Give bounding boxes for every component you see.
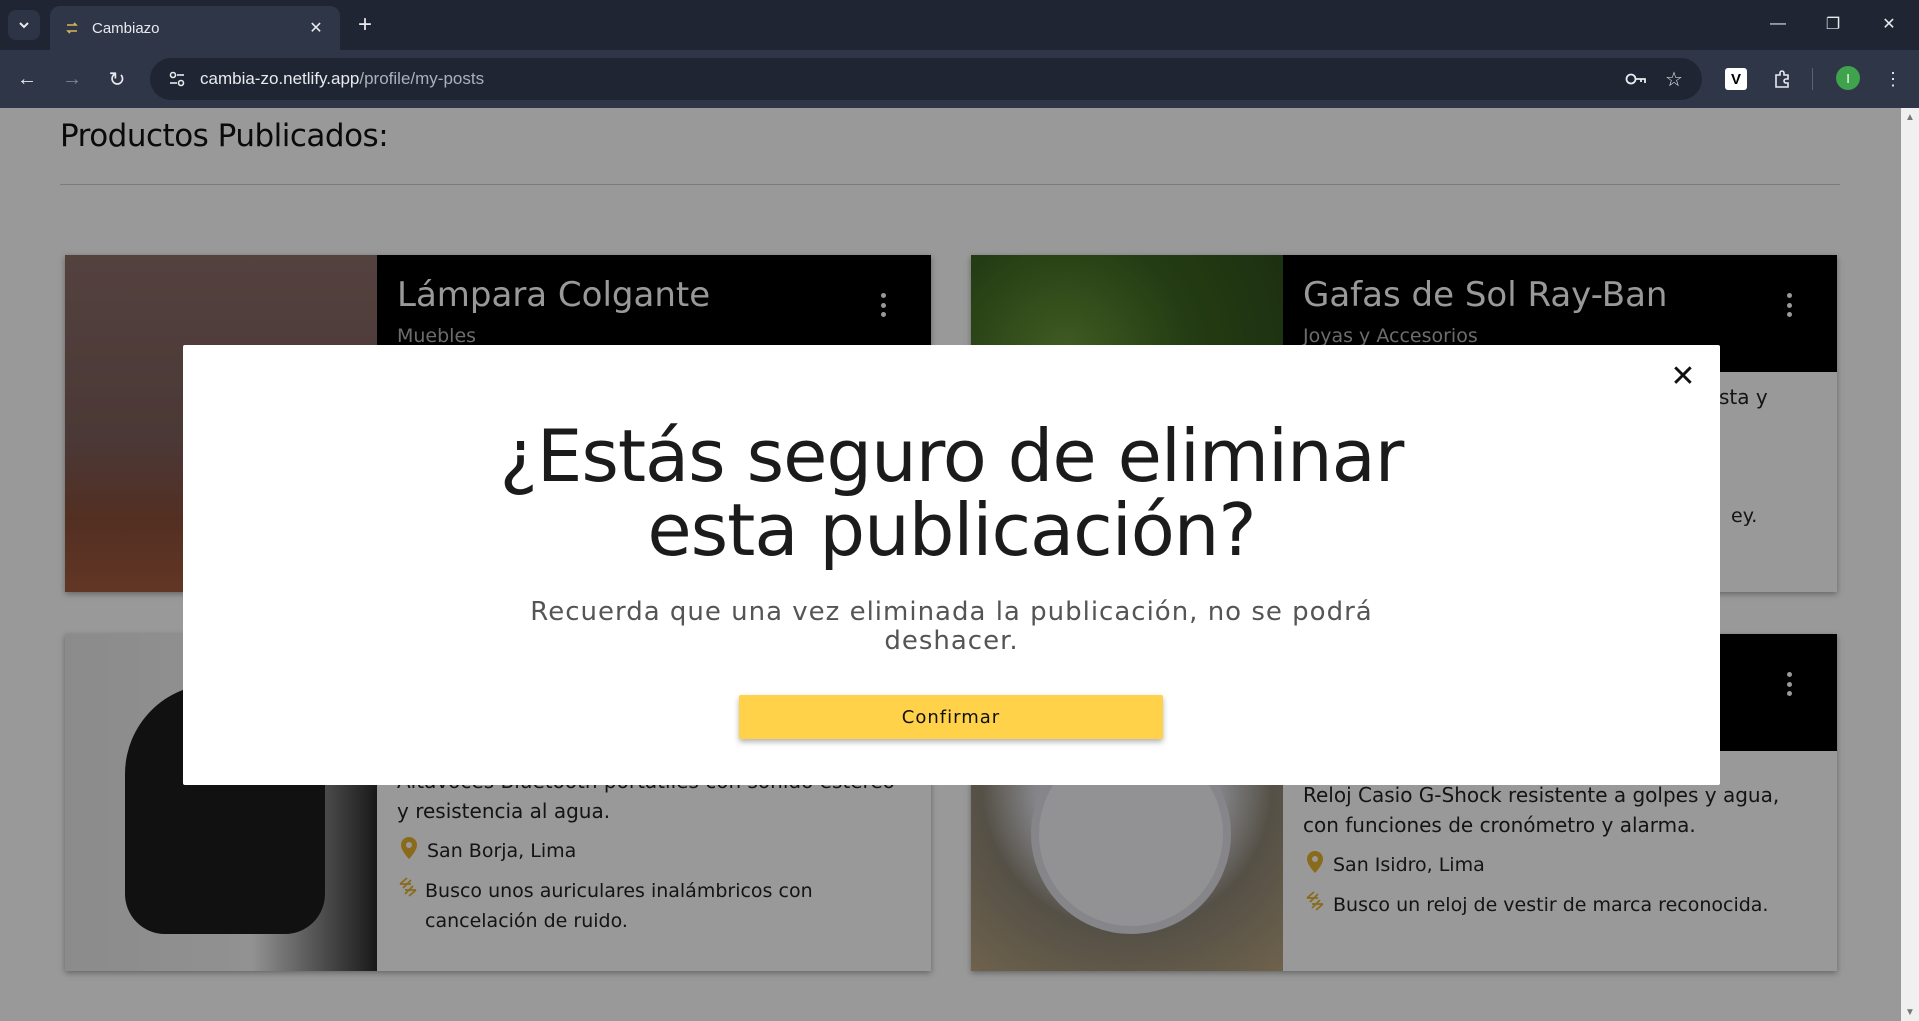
toolbar-divider [1812, 68, 1813, 90]
site-info-icon[interactable] [164, 66, 190, 92]
url-host: cambia-zo.netlify.app [200, 69, 360, 88]
browser-tabbar: Cambiazo ✕ + — ❐ ✕ [0, 0, 1919, 50]
modal-message: Recuerda que una vez eliminada la public… [530, 597, 1373, 656]
modal-title-line2: esta publicación? [647, 488, 1256, 572]
forward-arrow-icon[interactable]: → [56, 63, 88, 95]
password-key-icon[interactable] [1622, 66, 1650, 92]
profile-avatar[interactable]: I [1836, 66, 1860, 90]
modal-title-line1: ¿Estás seguro de eliminar [499, 414, 1405, 498]
extension-v-icon[interactable]: V [1725, 68, 1747, 90]
tab-search-button[interactable] [8, 10, 40, 40]
cambiazo-favicon-icon [64, 20, 80, 36]
back-arrow-icon[interactable]: ← [11, 63, 43, 95]
new-tab-plus-icon[interactable]: + [352, 11, 378, 38]
bookmark-star-icon[interactable]: ☆ [1660, 66, 1688, 92]
scroll-down-arrow-icon[interactable]: ▼ [1905, 1007, 1915, 1018]
window-close-icon[interactable]: ✕ [1869, 8, 1909, 40]
address-bar[interactable]: cambia-zo.netlify.app/profile/my-posts ☆ [150, 58, 1702, 100]
delete-confirm-modal: ✕ ¿Estás seguro de eliminar esta publica… [183, 345, 1720, 785]
reload-icon[interactable]: ↻ [101, 63, 133, 95]
browser-toolbar: ← → ↻ cambia-zo.netlify.app/profile/my-p… [0, 50, 1919, 108]
window-restore-icon[interactable]: ❐ [1813, 8, 1853, 40]
confirm-button[interactable]: Confirmar [739, 695, 1163, 739]
close-icon[interactable]: ✕ [1668, 360, 1698, 393]
chevron-down-icon [19, 22, 29, 29]
modal-title: ¿Estás seguro de eliminar esta publicaci… [183, 419, 1720, 567]
tab-close-icon[interactable]: ✕ [306, 18, 326, 38]
url-path: /profile/my-posts [359, 69, 485, 88]
browser-menu-icon[interactable]: ⋮ [1877, 63, 1909, 95]
window-minimize-icon[interactable]: — [1758, 8, 1798, 40]
page-scrollbar[interactable]: ▲ ▼ [1901, 108, 1919, 1021]
browser-tab-active[interactable]: Cambiazo ✕ [50, 6, 340, 50]
url-text: cambia-zo.netlify.app/profile/my-posts [200, 69, 484, 89]
scroll-up-arrow-icon[interactable]: ▲ [1905, 112, 1915, 123]
tab-title: Cambiazo [92, 19, 160, 37]
extensions-puzzle-icon[interactable] [1766, 63, 1798, 95]
